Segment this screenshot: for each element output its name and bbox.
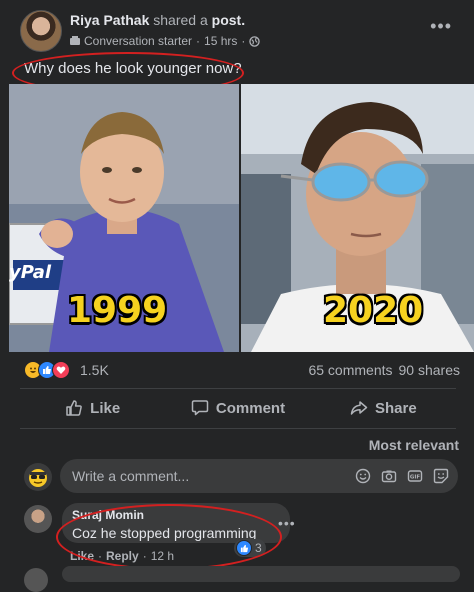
globe-icon <box>249 35 261 47</box>
divider-top <box>20 388 456 389</box>
commenter-name[interactable]: Suraj Momin <box>72 508 144 522</box>
comment-like-link[interactable]: Like <box>70 549 94 563</box>
share-button[interactable]: Share <box>311 392 456 424</box>
thumbs-up-icon <box>66 400 82 416</box>
comment-time[interactable]: 12 h <box>151 549 174 563</box>
comment-button-label: Comment <box>215 399 286 417</box>
year-label-1999: 1999 <box>67 290 168 331</box>
meta-separator: · <box>241 34 246 48</box>
post-meta: Conversation starter · 15 hrs · <box>70 34 261 48</box>
comment-composer: GIF <box>24 459 460 495</box>
paypal-sign-text: yPal <box>9 262 52 283</box>
like-button-label: Like <box>90 399 121 417</box>
next-comment-partial <box>24 566 460 592</box>
comment-button[interactable]: Comment <box>165 392 310 424</box>
meta-separator: · <box>196 34 201 48</box>
author-line: Riya Pathak shared a post. <box>70 12 245 28</box>
reaction-count[interactable]: 1.5K <box>80 362 109 378</box>
conversation-starter-icon <box>70 36 80 45</box>
gif-icon[interactable]: GIF <box>406 467 424 485</box>
commenter-avatar[interactable] <box>24 505 52 533</box>
emoji-icon[interactable] <box>354 467 372 485</box>
photo-1999[interactable]: 1999 yPal <box>9 84 239 352</box>
comment-icon <box>191 400 209 416</box>
sticker-icon[interactable] <box>432 467 450 485</box>
post-photos[interactable]: 1999 yPal 2020 <box>9 84 474 352</box>
meta-separator: · <box>142 549 147 563</box>
current-user-avatar[interactable] <box>24 463 52 491</box>
meta-separator: · <box>98 549 103 563</box>
reaction-icons[interactable] <box>24 361 70 379</box>
comment-reply-link[interactable]: Reply <box>106 549 139 563</box>
share-icon <box>350 401 368 415</box>
badge-label: Conversation starter <box>84 34 193 48</box>
svg-text:GIF: GIF <box>410 475 421 481</box>
divider-bottom <box>20 428 456 429</box>
post-time[interactable]: 15 hrs <box>204 34 237 48</box>
comment-options-button[interactable]: ••• <box>278 515 296 531</box>
comment-bubble: Suraj Momin Coz he stopped programming <box>62 503 290 543</box>
camera-icon[interactable] <box>380 467 398 485</box>
composer-icons: GIF <box>354 467 450 485</box>
next-comment-bubble <box>62 566 460 582</box>
shares-count[interactable]: 90 shares <box>399 362 460 378</box>
photo-2020[interactable]: 2020 <box>241 84 474 352</box>
author-name[interactable]: Riya Pathak <box>70 12 149 28</box>
comment-reaction-count: 3 <box>255 541 262 555</box>
shared-post-link[interactable]: post. <box>212 12 245 28</box>
reactions-row: 1.5K 65 comments 90 shares <box>24 360 460 380</box>
comment-meta: Like · Reply · 12 h <box>70 549 174 563</box>
comment-sort-dropdown[interactable]: Most relevant <box>369 437 459 453</box>
post-header: Riya Pathak shared a post. Conversation … <box>0 0 474 56</box>
post-options-button[interactable]: ••• <box>430 16 452 37</box>
post-actions: Like Comment Share <box>20 392 456 424</box>
comment-reaction-badge[interactable]: 3 <box>234 539 266 557</box>
post-stats: 65 comments 90 shares <box>308 362 460 378</box>
year-label-2020: 2020 <box>323 290 424 331</box>
like-icon <box>236 540 252 556</box>
author-action: shared a <box>153 12 208 28</box>
share-button-label: Share <box>374 399 417 417</box>
author-avatar[interactable] <box>20 10 62 52</box>
post-text: Why does he look younger now? <box>24 60 242 77</box>
sunglasses-avatar-icon <box>29 469 47 487</box>
comments-count[interactable]: 65 comments <box>308 362 392 378</box>
love-icon <box>52 361 70 379</box>
next-commenter-avatar[interactable] <box>24 568 48 592</box>
comment-text: Coz he stopped programming <box>72 525 257 541</box>
like-button[interactable]: Like <box>20 392 165 424</box>
